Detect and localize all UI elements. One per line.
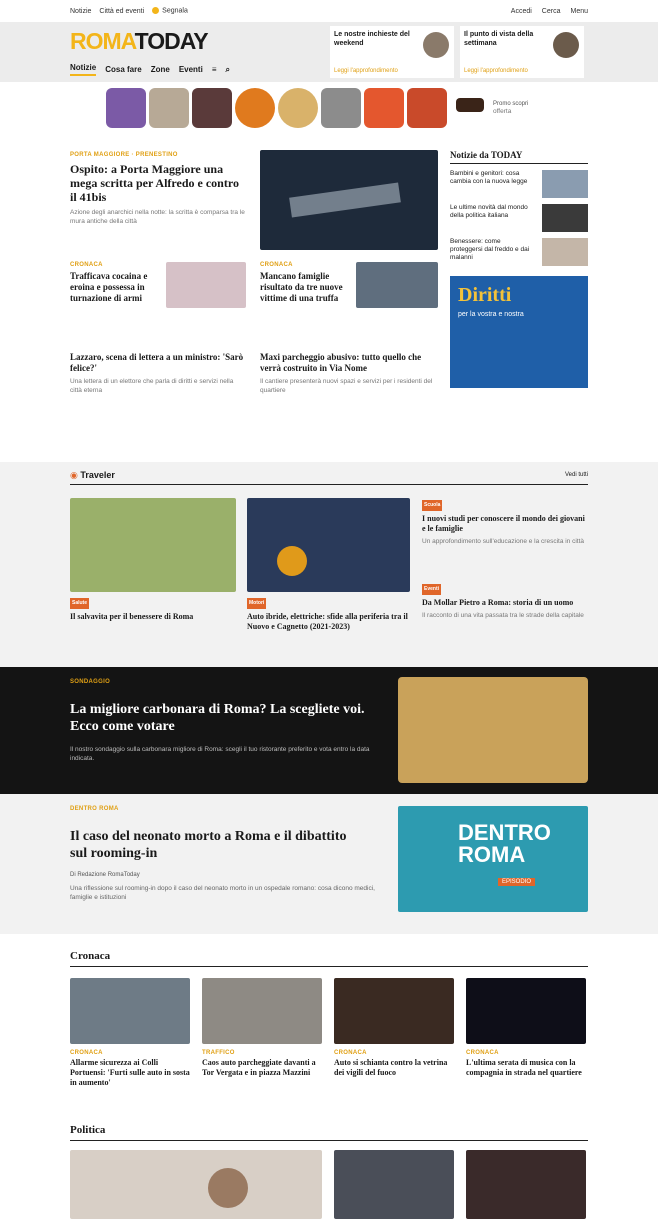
cronaca-card[interactable]: Traffico Caos auto parcheggiate davanti … xyxy=(202,1050,322,1078)
sidebar-thumb xyxy=(542,238,588,266)
politica-title[interactable]: Politica xyxy=(70,1124,105,1136)
news-card[interactable]: Maxi parcheggio abusivo: tutto quello ch… xyxy=(260,352,438,395)
person-shape xyxy=(208,1168,248,1208)
sidebar-item[interactable]: Benessere: come proteggersi dal freddo e… xyxy=(450,238,588,266)
poll-kicker: Sondaggio xyxy=(70,679,111,685)
lead-kicker: Porta Maggiore · Prenestino xyxy=(70,152,178,158)
header-card-2[interactable]: Il punto di vista della settimana Leggi … xyxy=(460,26,584,78)
promo-tile[interactable] xyxy=(106,88,146,128)
top-bar: Notizie Città ed eventi Segnala Accedi C… xyxy=(0,0,658,22)
feature-byline: Di Redazione RomaToday xyxy=(70,872,140,878)
news-card[interactable]: Cronaca Mancano famiglie risultato da tr… xyxy=(260,262,350,304)
news-thumb[interactable] xyxy=(166,262,246,308)
promo-strip[interactable]: Promo scopri offerta xyxy=(106,86,552,130)
sidebar-item[interactable]: Le ultime novità dal mondo della politic… xyxy=(450,204,588,232)
main-nav: Notizie Cosa fare Zone Eventi ≡ ⌕ xyxy=(70,63,230,76)
promo-tile[interactable] xyxy=(278,88,318,128)
dentro-roma-image[interactable]: DENTRO ROMA EPISODIO xyxy=(398,806,588,912)
sidebar-title: Notizie da TODAY xyxy=(450,150,588,164)
horse-icon[interactable] xyxy=(450,88,490,128)
divider xyxy=(70,966,588,967)
top-link-segnala[interactable]: Segnala xyxy=(152,7,188,15)
traveler-label[interactable]: ◉ Traveler xyxy=(70,470,115,481)
politica-thumb[interactable] xyxy=(466,1150,586,1219)
politica-image[interactable] xyxy=(70,1150,322,1219)
sidebar: Notizie da TODAY Bambini e genitori: cos… xyxy=(450,150,588,388)
promo-tile[interactable] xyxy=(149,88,189,128)
article-card[interactable]: Eventi Da Mollar Pietro a Roma: storia d… xyxy=(422,584,588,620)
author-avatar xyxy=(423,32,449,58)
cronaca-thumb[interactable] xyxy=(334,978,454,1044)
poll-title[interactable]: La migliore carbonara di Roma? La scegli… xyxy=(70,701,370,735)
article-card[interactable]: Motori Auto ibride, elettriche: sfide al… xyxy=(247,598,410,632)
feature-summary: Una riflessione sul rooming-in dopo il c… xyxy=(70,885,375,901)
top-link-citta[interactable]: Città ed eventi xyxy=(99,8,144,15)
divider xyxy=(70,1140,588,1141)
carbonara-image[interactable] xyxy=(398,677,588,783)
divider xyxy=(70,484,588,485)
menu-link[interactable]: Menu xyxy=(570,8,588,15)
sidebar-item[interactable]: Bambini e genitori: cosa cambia con la n… xyxy=(450,170,588,198)
author-avatar xyxy=(553,32,579,58)
feature-title[interactable]: Il caso del neonato morto a Roma e il di… xyxy=(70,828,360,862)
cronaca-card[interactable]: Cronaca L'ultima serata di musica con la… xyxy=(466,1050,586,1078)
sidebar-thumb xyxy=(542,170,588,198)
news-thumb[interactable] xyxy=(356,262,438,308)
cronaca-thumb[interactable] xyxy=(202,978,322,1044)
lead-title[interactable]: Ospito: a Porta Maggiore una mega scritt… xyxy=(70,162,246,204)
news-card[interactable]: Lazzaro, scena di lettera a un ministro:… xyxy=(70,352,246,395)
cronaca-card[interactable]: Cronaca Auto si schianta contro la vetri… xyxy=(334,1050,454,1078)
feature-kicker: Dentro Roma xyxy=(70,806,119,812)
top-bar-left: Notizie Città ed eventi Segnala xyxy=(70,7,188,15)
traveler-more-link[interactable]: Vedi tutti xyxy=(565,472,588,478)
promo-label: Promo scopri offerta xyxy=(493,100,529,115)
sidebar-thumb xyxy=(542,204,588,232)
article-image[interactable] xyxy=(70,498,236,592)
promo-tile[interactable] xyxy=(364,88,404,128)
menu-icon[interactable]: ≡ xyxy=(212,65,217,74)
header-card-1[interactable]: Le nostre inchieste del weekend Leggi l'… xyxy=(330,26,454,78)
promo-tile[interactable] xyxy=(321,88,361,128)
promo-tile[interactable] xyxy=(235,88,275,128)
lead-article[interactable]: Porta Maggiore · Prenestino Ospito: a Po… xyxy=(70,152,246,226)
article-image[interactable] xyxy=(247,498,410,592)
nav-eventi[interactable]: Eventi xyxy=(179,65,203,74)
politica-thumb[interactable] xyxy=(334,1150,454,1219)
cronaca-thumb[interactable] xyxy=(466,978,586,1044)
promo-tile[interactable] xyxy=(192,88,232,128)
news-card[interactable]: Cronaca Trafficava cocaina e eroina e po… xyxy=(70,262,160,304)
cronaca-card[interactable]: Cronaca Allarme sicurezza ai Colli Portu… xyxy=(70,1050,190,1088)
site-header: ROMATODAY Notizie Cosa fare Zone Eventi … xyxy=(0,22,658,82)
graffiti-shape xyxy=(289,182,401,218)
poll-banner[interactable]: Sondaggio La migliore carbonara di Roma?… xyxy=(0,667,658,794)
nav-cosa-fare[interactable]: Cosa fare xyxy=(105,65,141,74)
lead-image[interactable] xyxy=(260,150,438,250)
compass-icon: ◉ xyxy=(70,470,81,480)
poll-summary: Il nostro sondaggio sulla carbonara migl… xyxy=(70,746,370,762)
promo-tile[interactable] xyxy=(407,88,447,128)
warning-icon xyxy=(152,7,160,15)
nav-notizie[interactable]: Notizie xyxy=(70,63,97,76)
cronaca-title[interactable]: Cronaca xyxy=(70,950,110,962)
login-link[interactable]: Accedi xyxy=(511,8,532,15)
top-bar-right: Accedi Cerca Menu xyxy=(511,8,588,15)
site-logo[interactable]: ROMATODAY xyxy=(70,28,209,55)
search-icon[interactable]: ⌕ xyxy=(226,65,230,75)
advertisement[interactable]: Diritti per la vostra e nostra xyxy=(450,276,588,388)
nav-zone[interactable]: Zone xyxy=(151,65,170,74)
article-card[interactable]: Salute Il salvavita per il benessere di … xyxy=(70,598,236,622)
top-link-notizie[interactable]: Notizie xyxy=(70,8,91,15)
wheel-shape xyxy=(277,546,307,576)
article-card[interactable]: Scuola I nuovi studi per conoscere il mo… xyxy=(422,500,588,546)
lead-summary: Azione degli anarchici nella notte: la s… xyxy=(70,209,245,225)
cronaca-thumb[interactable] xyxy=(70,978,190,1044)
search-link[interactable]: Cerca xyxy=(542,8,561,15)
